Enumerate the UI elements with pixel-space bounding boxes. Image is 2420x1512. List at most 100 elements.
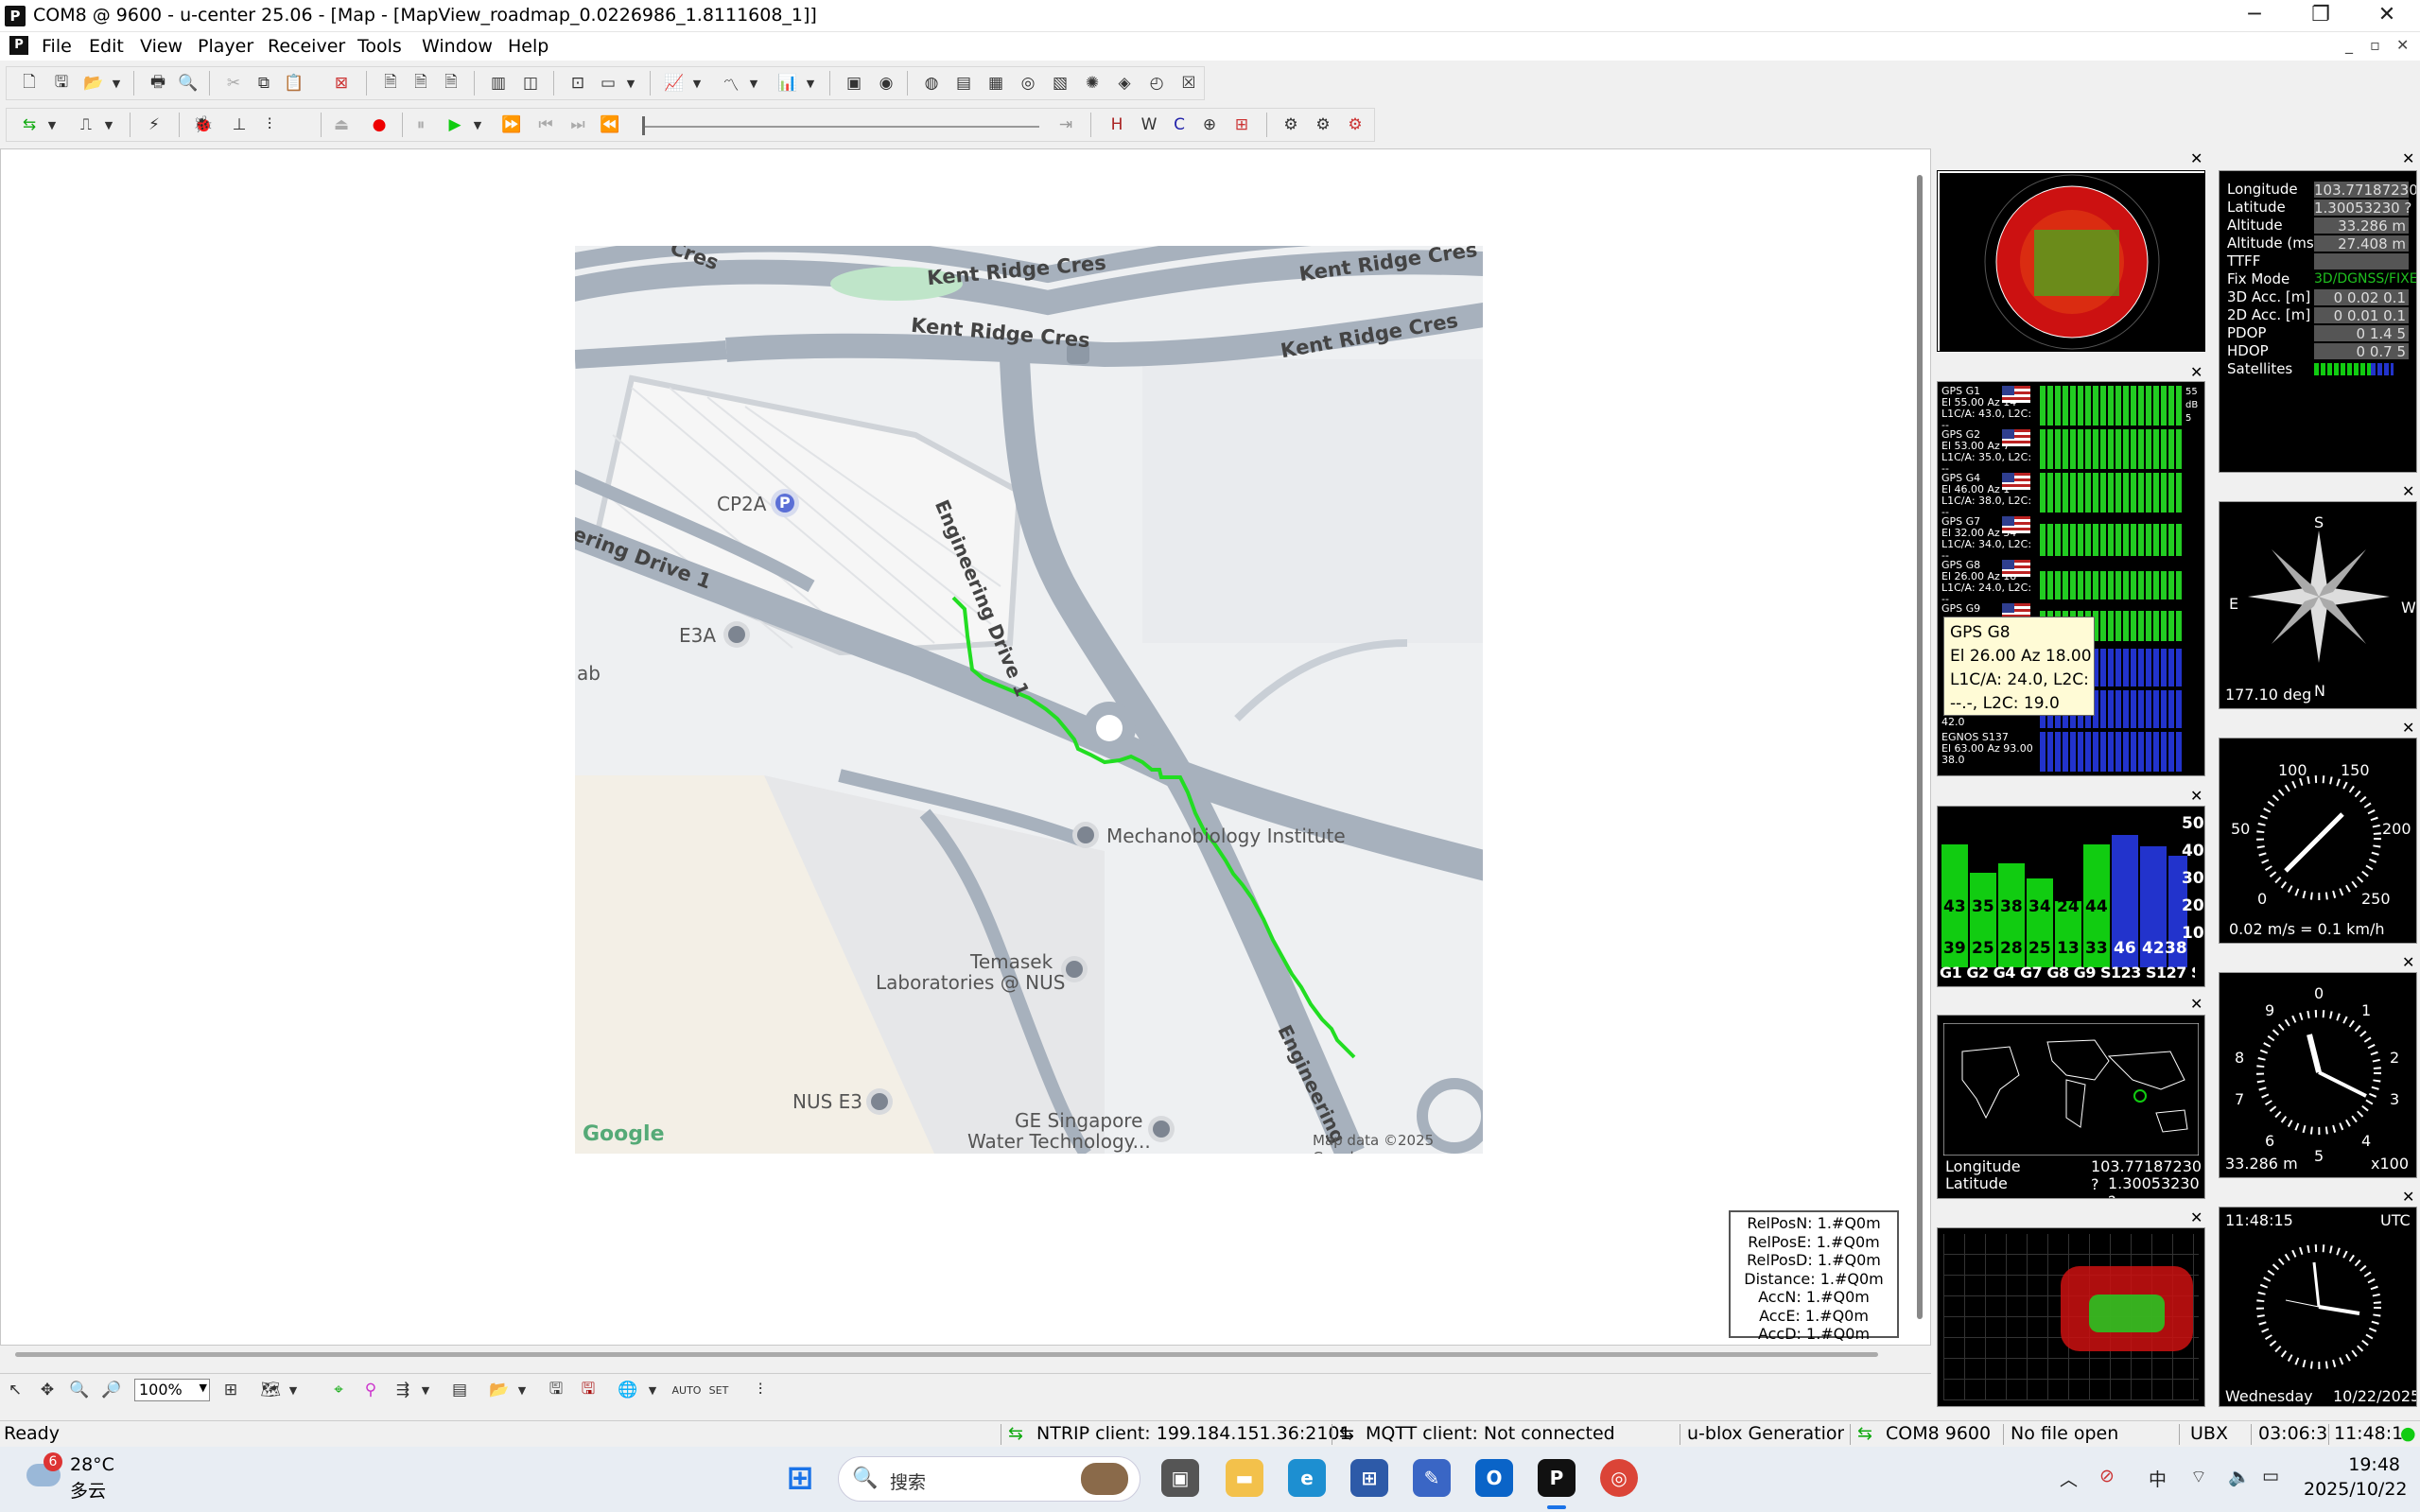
fit-icon[interactable]: ⊞ [218,1377,244,1403]
doc3-icon[interactable]: 🗎 [438,70,464,96]
deviation-icon[interactable]: ◉ [873,70,899,96]
zoom-out-icon[interactable]: 🔎 [98,1377,125,1403]
menu-player[interactable]: Player [198,36,253,57]
play-icon[interactable]: ▶ [442,112,468,138]
tile-icon[interactable]: ▥ [485,70,512,96]
connect-icon[interactable]: ⇆ [16,112,43,138]
outlook-icon[interactable]: O [1475,1459,1513,1497]
label-e3a[interactable]: E3A [679,624,716,647]
player-slider-track[interactable] [642,126,1039,128]
console-icon[interactable]: ⊡ [565,70,591,96]
menu-receiver[interactable]: Receiver [268,36,345,57]
warm-start-icon[interactable]: W [1136,112,1162,138]
clear-icon[interactable]: ⊠ [328,70,355,96]
gear2-icon[interactable]: ⚙ [1310,112,1336,138]
gauge2-icon[interactable]: ▤ [950,70,977,96]
zoom-dropdown-icon[interactable]: ▼ [200,1382,207,1394]
cut-icon[interactable]: ✂ [220,70,247,96]
restore-button[interactable]: ❐ [2289,0,2353,32]
view-icon[interactable]: ▭ [595,70,621,96]
new-icon[interactable]: 🗋 [16,70,43,96]
center-position-icon[interactable]: ⌖ [325,1377,352,1403]
taskbar-clock-date[interactable]: 2025/10/22 [2304,1479,2408,1500]
map-settings-icon[interactable]: ⫶ [747,1377,774,1403]
gauge5-icon[interactable]: ▧ [1047,70,1073,96]
menu-edit[interactable]: Edit [89,36,124,57]
chrome-icon[interactable]: ◎ [1600,1459,1638,1497]
step-back-icon[interactable]: ⏮ [532,112,559,138]
bars-dropdown-icon[interactable]: ▼ [803,70,818,96]
gauge4-icon[interactable]: ◎ [1015,70,1041,96]
google-maps-dropdown-icon[interactable]: ▼ [645,1377,660,1403]
gauge7-icon[interactable]: ◈ [1111,70,1138,96]
print-preview-icon[interactable]: 🔍 [175,70,201,96]
doc2-icon[interactable]: 🗎 [408,70,434,96]
poll-icon[interactable]: ⊥ [226,112,252,138]
menu-view[interactable]: View [140,36,183,57]
wifi-icon[interactable]: ⌔ [2190,1466,2207,1488]
edge-icon[interactable]: e [1288,1459,1326,1497]
tray-chevron-icon[interactable]: ︿ [2060,1466,2078,1491]
debug-icon[interactable]: 🐞 [190,112,217,138]
map-attribution[interactable]: Map data ©2025 Google [1313,1132,1483,1154]
store-icon[interactable]: ⊞ [1350,1459,1388,1497]
clock-close-icon[interactable]: ✕ [2402,1188,2414,1206]
zoom-select[interactable]: 100% ▼ [134,1379,210,1401]
map-canvas[interactable]: Kent Ridge Cres Kent Ridge Cres Kent Rid… [575,246,1483,1154]
settings-sliders-icon[interactable]: ⫶ [256,112,283,138]
compass-close-icon[interactable]: ✕ [2402,482,2414,500]
open-map-icon[interactable]: 📂 [486,1377,513,1403]
start-icon[interactable]: ⊞ [781,1459,819,1497]
graph-dropdown-icon[interactable]: ▼ [746,70,761,96]
menu-help[interactable]: Help [508,36,548,57]
altimeter-close-icon[interactable]: ✕ [2402,953,2414,971]
sketch-icon[interactable]: ✎ [1413,1459,1451,1497]
mdi-app-icon[interactable]: P [9,36,28,55]
task-view-icon[interactable]: ▣ [1161,1459,1199,1497]
reset2-icon[interactable]: ⊞ [1228,112,1255,138]
gauge3-icon[interactable]: ▦ [983,70,1009,96]
gauge9-icon[interactable]: ☒ [1175,70,1202,96]
parking-icon[interactable]: P [779,494,791,512]
auto-icon[interactable]: AUTO [672,1377,702,1403]
play-dropdown-icon[interactable]: ▼ [470,112,485,138]
file-explorer-icon[interactable]: ▬ [1226,1459,1263,1497]
speed-icon[interactable]: ⇶ [390,1377,416,1403]
show-all-icon[interactable]: ▤ [446,1377,473,1403]
zoom-in-icon[interactable]: 🔍 [66,1377,93,1403]
label-nus-e3[interactable]: NUS E3 [792,1090,862,1113]
paste-icon[interactable]: 📋 [281,70,307,96]
hot-start-icon[interactable]: H [1104,112,1130,138]
battery-icon[interactable]: ▭ [2262,1466,2279,1486]
speed-dropdown-icon[interactable]: ▼ [418,1377,433,1403]
rewind-icon[interactable]: ⏪ [597,112,623,138]
map-horizontal-scrollbar[interactable] [15,1352,1878,1357]
graph-icon[interactable]: 〽 [718,70,744,96]
histogram-close-icon[interactable]: ✕ [2190,787,2202,805]
split-icon[interactable]: ◫ [517,70,544,96]
save-icon[interactable]: 🖫 [48,70,75,96]
minimize-button[interactable]: ─ [2222,0,2287,32]
sat-world-close-icon[interactable]: ✕ [2190,1208,2202,1226]
view-dropdown-icon[interactable]: ▼ [623,70,638,96]
menu-tools[interactable]: Tools [357,36,402,57]
eject-icon[interactable]: ⏏ [328,112,355,138]
map-select-dropdown-icon[interactable]: ▼ [286,1377,301,1403]
goto-end-icon[interactable]: ⇥ [1053,112,1079,138]
menu-file[interactable]: File [42,36,72,57]
nav-status-close-icon[interactable]: ✕ [2402,149,2414,167]
map-select-icon[interactable]: 🗺 [257,1377,284,1403]
gauge8-icon[interactable]: ◴ [1143,70,1170,96]
open-icon[interactable]: 📂 [80,70,107,96]
close-button[interactable]: ✕ [2355,0,2419,32]
pointer-icon[interactable]: ↖ [2,1377,28,1403]
taskbar-clock-time[interactable]: 19:48 [2324,1454,2400,1475]
chart-icon[interactable]: 📈 [661,70,688,96]
sky-view-close-icon[interactable]: ✕ [2190,149,2202,167]
menu-window[interactable]: Window [422,36,493,57]
step-forward-icon[interactable]: ⏭ [565,112,591,138]
label-temasek[interactable]: Temasek [970,950,1053,973]
mdi-restore-button[interactable]: ▫ [2370,36,2380,54]
mdi-close-button[interactable]: ✕ [2396,36,2409,54]
copy-icon[interactable]: ⧉ [251,70,277,96]
